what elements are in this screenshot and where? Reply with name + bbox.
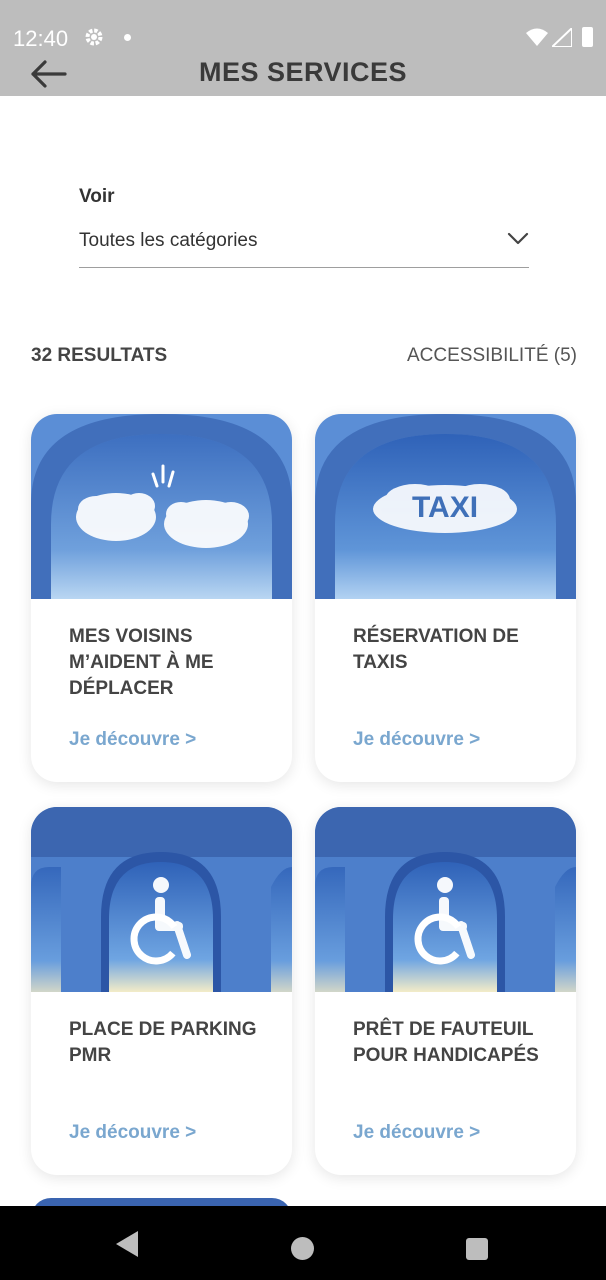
card-title: RÉSERVATION DE TAXIS	[353, 626, 519, 673]
wifi-icon	[526, 28, 548, 51]
results-count: 32 RESULTATS	[31, 345, 168, 366]
filter-label: Voir	[79, 186, 115, 207]
wheelchair-cloud-image	[315, 807, 576, 992]
nav-back-triangle-icon[interactable]	[116, 1231, 138, 1262]
chevron-down-icon	[507, 232, 529, 251]
service-card[interactable]: MES VOISINS M’AIDENT À ME DÉPLACER Je dé…	[31, 414, 292, 782]
category-select[interactable]: Toutes les catégories	[79, 222, 529, 268]
notification-dot-icon	[124, 34, 131, 41]
card-title: PLACE DE PARKING PMR	[69, 1019, 257, 1066]
cloud-friends-image	[31, 414, 292, 599]
discover-link[interactable]: Je découvre >	[353, 1122, 480, 1144]
discover-link[interactable]: Je découvre >	[353, 729, 480, 751]
settings-gear-icon	[84, 27, 104, 47]
battery-icon	[582, 27, 593, 47]
service-card[interactable]: TAXI RÉSERVATION DE TAXIS Je découvre >	[315, 414, 576, 782]
wheelchair-cloud-image	[31, 807, 292, 992]
discover-link[interactable]: Je découvre >	[69, 1122, 196, 1144]
status-bar: 12:40 MES SERVICES	[0, 0, 606, 96]
service-card[interactable]: PLACE DE PARKING PMR Je découvre >	[31, 807, 292, 1175]
discover-link[interactable]: Je découvre >	[69, 729, 196, 751]
status-time: 12:40	[13, 26, 69, 51]
active-filter-label[interactable]: ACCESSIBILITÉ (5)	[407, 345, 577, 367]
nav-recents-square-icon[interactable]	[466, 1238, 488, 1260]
system-nav-bar	[0, 1206, 606, 1280]
card-title: PRÊT DE FAUTEUIL POUR HANDICAPÉS	[353, 1019, 539, 1066]
page-title: MES SERVICES	[198, 57, 408, 87]
cell-signal-icon	[549, 25, 573, 52]
taxi-cloud-image: TAXI	[315, 414, 576, 599]
service-card[interactable]: PRÊT DE FAUTEUIL POUR HANDICAPÉS Je déco…	[315, 807, 576, 1175]
category-select-value: Toutes les catégories	[79, 230, 258, 251]
card-title: MES VOISINS M’AIDENT À ME DÉPLACER	[69, 626, 214, 699]
nav-home-circle-icon[interactable]	[291, 1237, 314, 1260]
taxi-sign-text: TAXI	[412, 491, 478, 524]
